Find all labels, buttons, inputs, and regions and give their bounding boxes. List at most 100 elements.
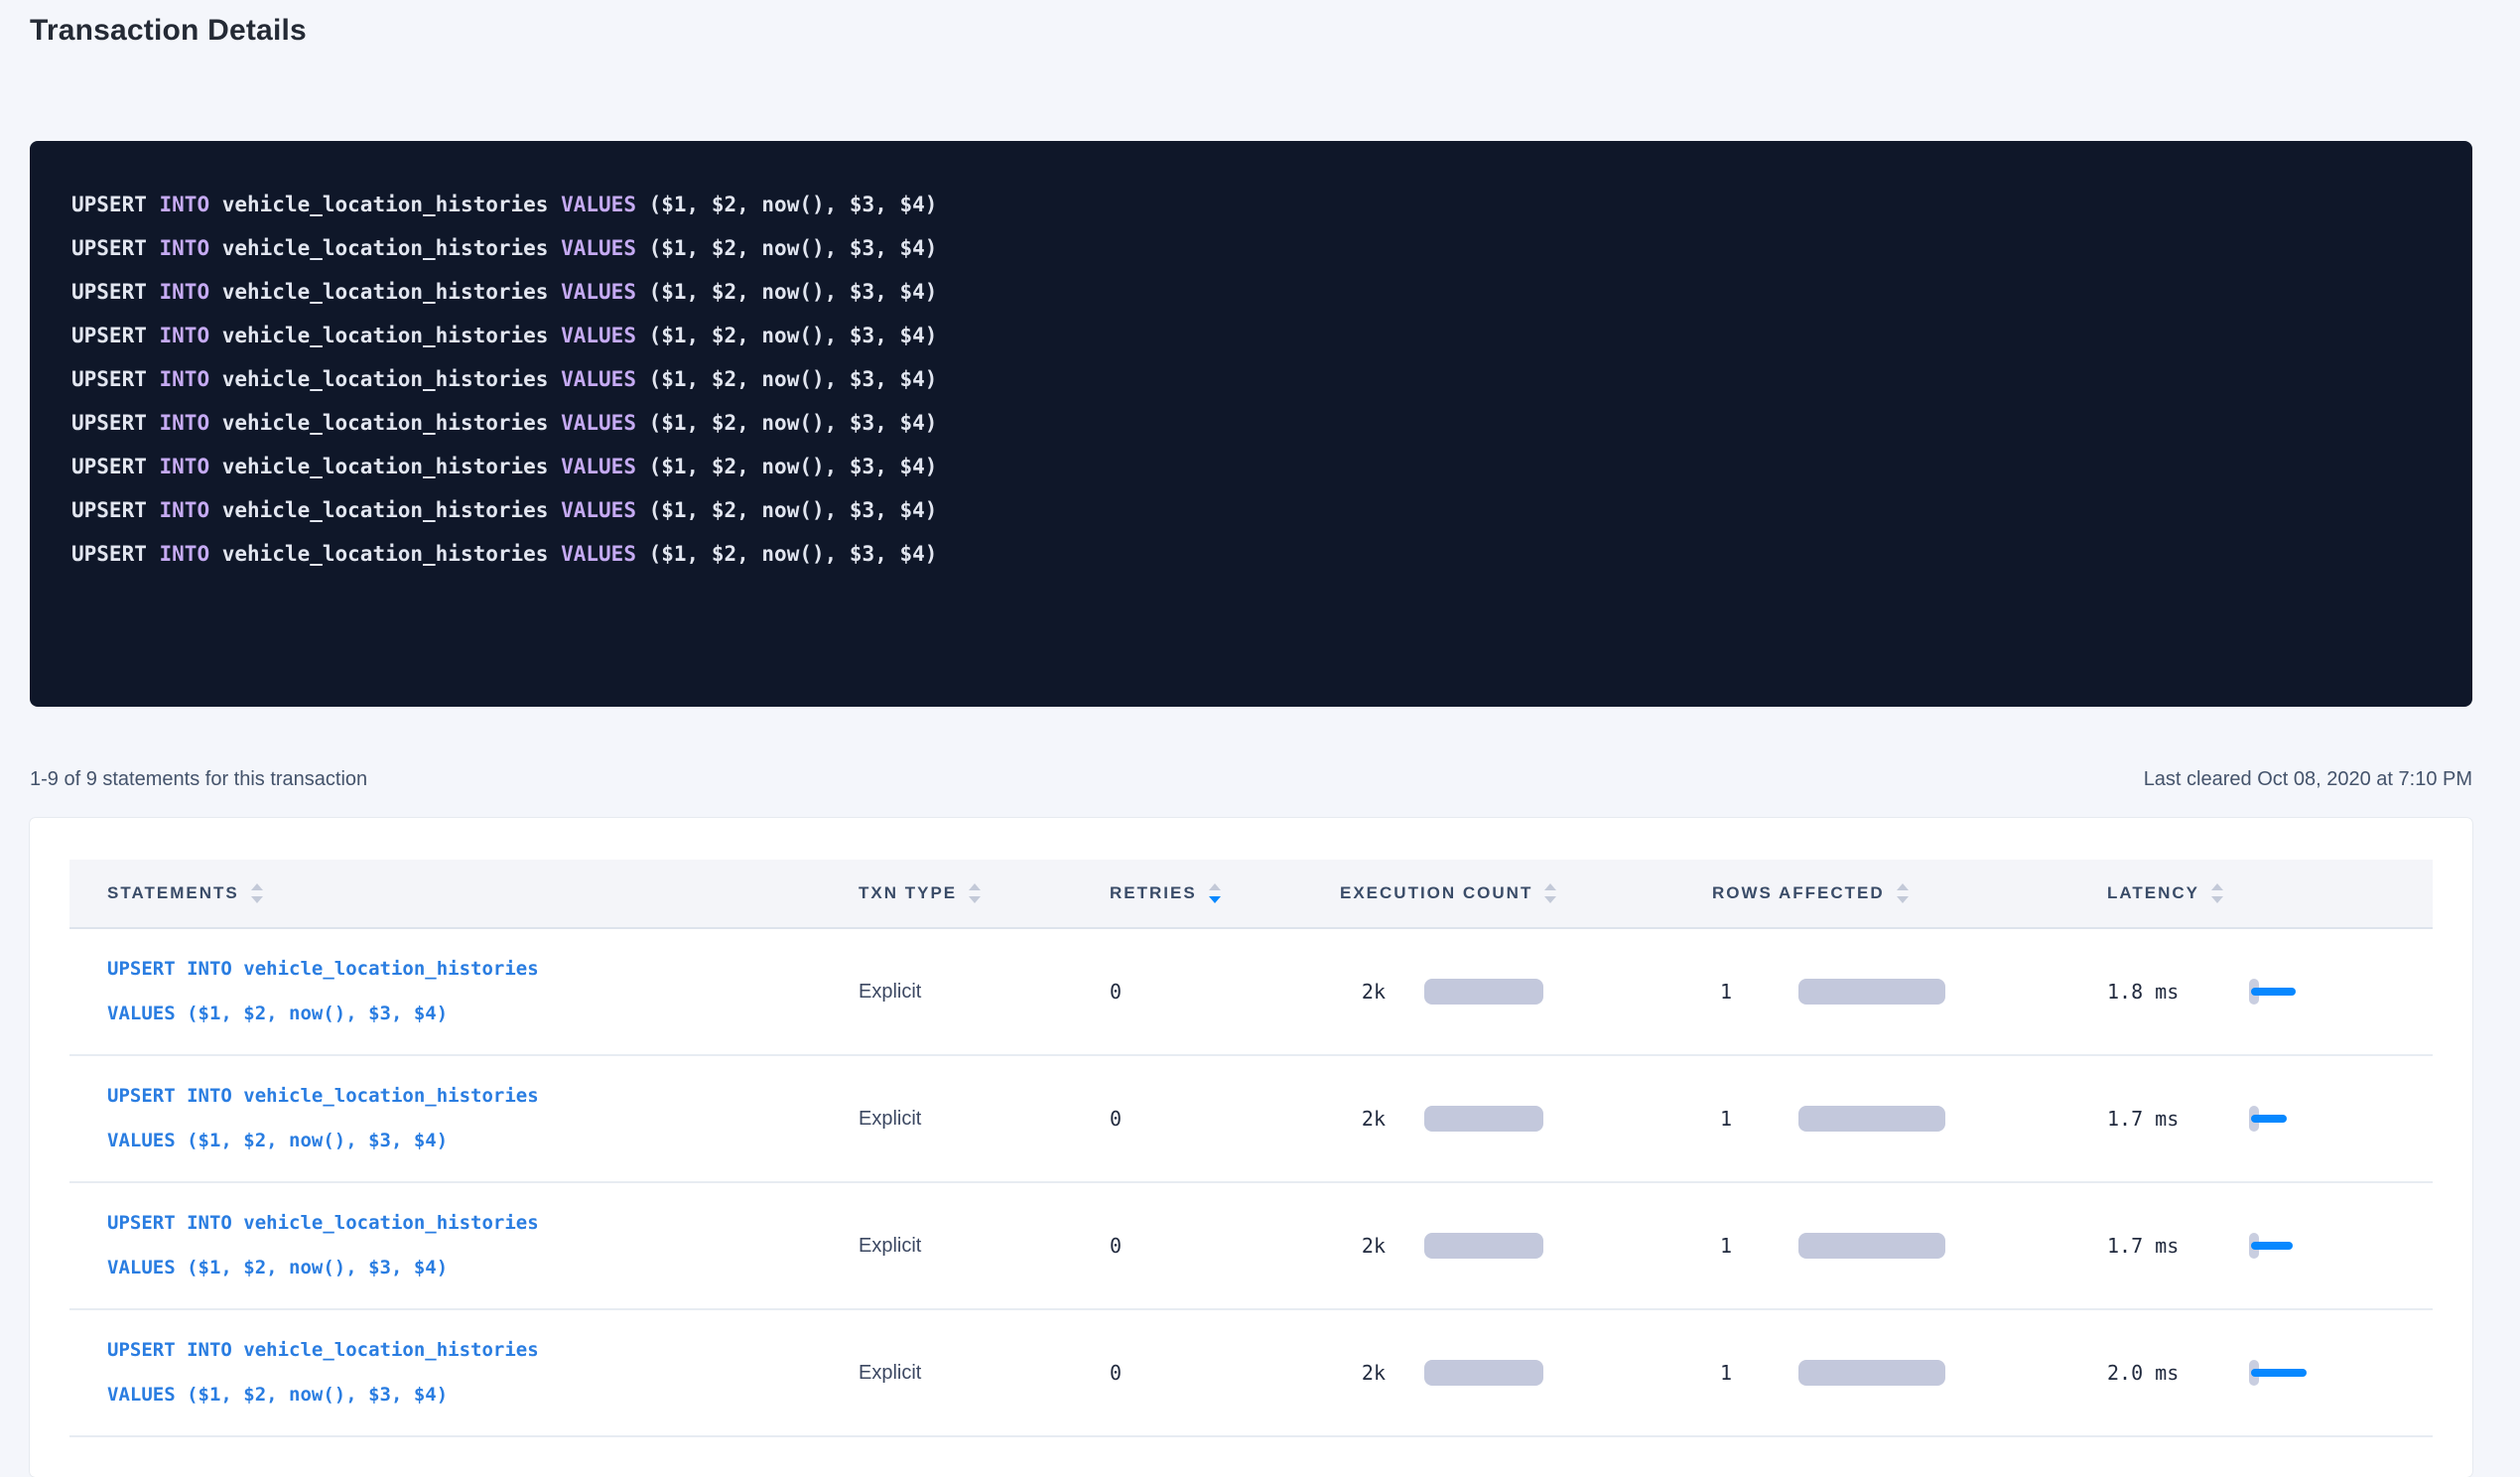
sql-table-name: vehicle_location_histories [222,236,561,260]
sql-keyword: VALUES [561,542,649,566]
sql-keyword: VALUES [561,324,649,347]
sql-params: ($1, $2, now(), $3, $4) [649,193,938,216]
sql-keyword: VALUES [561,236,649,260]
column-header-latency[interactable]: LATENCY [2107,883,2433,903]
table-row: UPSERT INTO vehicle_location_historiesVA… [69,1310,2433,1437]
sql-params: ($1, $2, now(), $3, $4) [649,411,938,435]
sql-statement-line: UPSERT INTO vehicle_location_histories V… [71,226,2433,270]
sql-token: UPSERT [71,455,160,478]
latency-bar [2251,1115,2287,1123]
sort-arrows-icon[interactable] [1897,883,1909,903]
sql-keyword: INTO [160,455,222,478]
retries-cell: 0 [1110,1107,1340,1131]
sql-statement-line: UPSERT INTO vehicle_location_histories V… [71,488,2433,532]
sort-arrows-icon[interactable] [969,883,981,903]
txn-type-cell: Explicit [859,1235,1110,1258]
statement-line-1: UPSERT INTO vehicle_location_histories [107,1328,539,1373]
sql-params: ($1, $2, now(), $3, $4) [649,455,938,478]
latency-value: 1.8 ms [2107,980,2187,1004]
rows-affected-cell: 1 [1712,979,2107,1005]
statement-cell: UPSERT INTO vehicle_location_historiesVA… [69,1328,859,1417]
statement-link[interactable]: UPSERT INTO vehicle_location_historiesVA… [107,947,539,1036]
last-cleared-label: Last cleared Oct 08, 2020 at 7:10 PM [2144,768,2472,791]
sql-keyword: INTO [160,324,222,347]
latency-bar-chart [2249,1106,2388,1132]
column-header-statements[interactable]: STATEMENTS [69,883,859,903]
rows-affected-bar [1798,1360,1945,1386]
sql-table-name: vehicle_location_histories [222,367,561,391]
rows-affected-cell: 1 [1712,1360,2107,1386]
status-row: 1-9 of 9 statements for this transaction… [30,768,2472,791]
execution-count-value: 2k [1340,1234,1386,1258]
sql-token: UPSERT [71,236,160,260]
rows-affected-bar [1798,1233,1945,1259]
rows-affected-bar [1798,1106,1945,1132]
statements-table-card: STATEMENTS TXN TYPE RETRIES EXECUTION CO… [30,818,2472,1477]
latency-cell: 1.7 ms [2107,1233,2433,1259]
statements-count-label: 1-9 of 9 statements for this transaction [30,768,367,791]
execution-count-cell: 2k [1340,1360,1712,1386]
rows-affected-cell: 1 [1712,1106,2107,1132]
sort-arrows-icon[interactable] [1544,883,1556,903]
column-header-rows-affected[interactable]: ROWS AFFECTED [1712,883,2107,903]
column-header-label: TXN TYPE [859,883,957,903]
latency-value: 1.7 ms [2107,1234,2187,1258]
statement-link[interactable]: UPSERT INTO vehicle_location_historiesVA… [107,1201,539,1290]
latency-cell: 2.0 ms [2107,1360,2433,1386]
statement-link[interactable]: UPSERT INTO vehicle_location_historiesVA… [107,1074,539,1163]
column-header-retries[interactable]: RETRIES [1110,883,1340,903]
sql-token: UPSERT [71,542,160,566]
latency-bar-chart [2249,979,2388,1005]
column-header-label: ROWS AFFECTED [1712,883,1885,903]
sort-arrows-icon[interactable] [2211,883,2223,903]
sql-statement-line: UPSERT INTO vehicle_location_histories V… [71,401,2433,445]
sort-arrows-icon[interactable] [1209,883,1221,903]
retries-cell: 0 [1110,1361,1340,1385]
sql-keyword: INTO [160,367,222,391]
sql-token: UPSERT [71,411,160,435]
column-header-label: EXECUTION COUNT [1340,883,1532,903]
latency-value: 1.7 ms [2107,1107,2187,1131]
statement-line-1: UPSERT INTO vehicle_location_histories [107,1201,539,1246]
sql-statement-line: UPSERT INTO vehicle_location_histories V… [71,270,2433,314]
execution-count-bar [1424,1233,1543,1259]
sql-table-name: vehicle_location_histories [222,280,561,304]
sql-keyword: VALUES [561,411,649,435]
txn-type-cell: Explicit [859,981,1110,1004]
sql-token: UPSERT [71,324,160,347]
rows-affected-value: 1 [1712,1361,1732,1385]
statement-line-1: UPSERT INTO vehicle_location_histories [107,947,539,992]
execution-count-bar [1424,1106,1543,1132]
statement-line-1: UPSERT INTO vehicle_location_histories [107,1074,539,1119]
sql-keyword: INTO [160,193,222,216]
latency-cell: 1.7 ms [2107,1106,2433,1132]
sql-table-name: vehicle_location_histories [222,498,561,522]
execution-count-cell: 2k [1340,979,1712,1005]
statement-link[interactable]: UPSERT INTO vehicle_location_historiesVA… [107,1328,539,1417]
sort-arrows-icon[interactable] [251,883,263,903]
sql-table-name: vehicle_location_histories [222,542,561,566]
sql-table-name: vehicle_location_histories [222,193,561,216]
sql-token: UPSERT [71,498,160,522]
latency-bar [2251,1369,2307,1377]
sql-keyword: VALUES [561,280,649,304]
sql-keyword: VALUES [561,455,649,478]
sql-table-name: vehicle_location_histories [222,324,561,347]
statement-line-2: VALUES ($1, $2, now(), $3, $4) [107,1246,539,1290]
sql-statement-line: UPSERT INTO vehicle_location_histories V… [71,183,2433,226]
sql-statement-line: UPSERT INTO vehicle_location_histories V… [71,357,2433,401]
execution-count-value: 2k [1340,1107,1386,1131]
sql-params: ($1, $2, now(), $3, $4) [649,236,938,260]
sql-keyword: INTO [160,542,222,566]
sql-params: ($1, $2, now(), $3, $4) [649,324,938,347]
execution-count-cell: 2k [1340,1106,1712,1132]
page-title: Transaction Details [30,14,2472,48]
statement-cell: UPSERT INTO vehicle_location_historiesVA… [69,947,859,1036]
sql-statements-box: UPSERT INTO vehicle_location_histories V… [30,141,2472,707]
column-header-txn-type[interactable]: TXN TYPE [859,883,1110,903]
statement-line-2: VALUES ($1, $2, now(), $3, $4) [107,992,539,1036]
retries-cell: 0 [1110,1234,1340,1258]
column-header-label: STATEMENTS [107,883,239,903]
column-header-execution-count[interactable]: EXECUTION COUNT [1340,883,1712,903]
latency-value: 2.0 ms [2107,1361,2187,1385]
